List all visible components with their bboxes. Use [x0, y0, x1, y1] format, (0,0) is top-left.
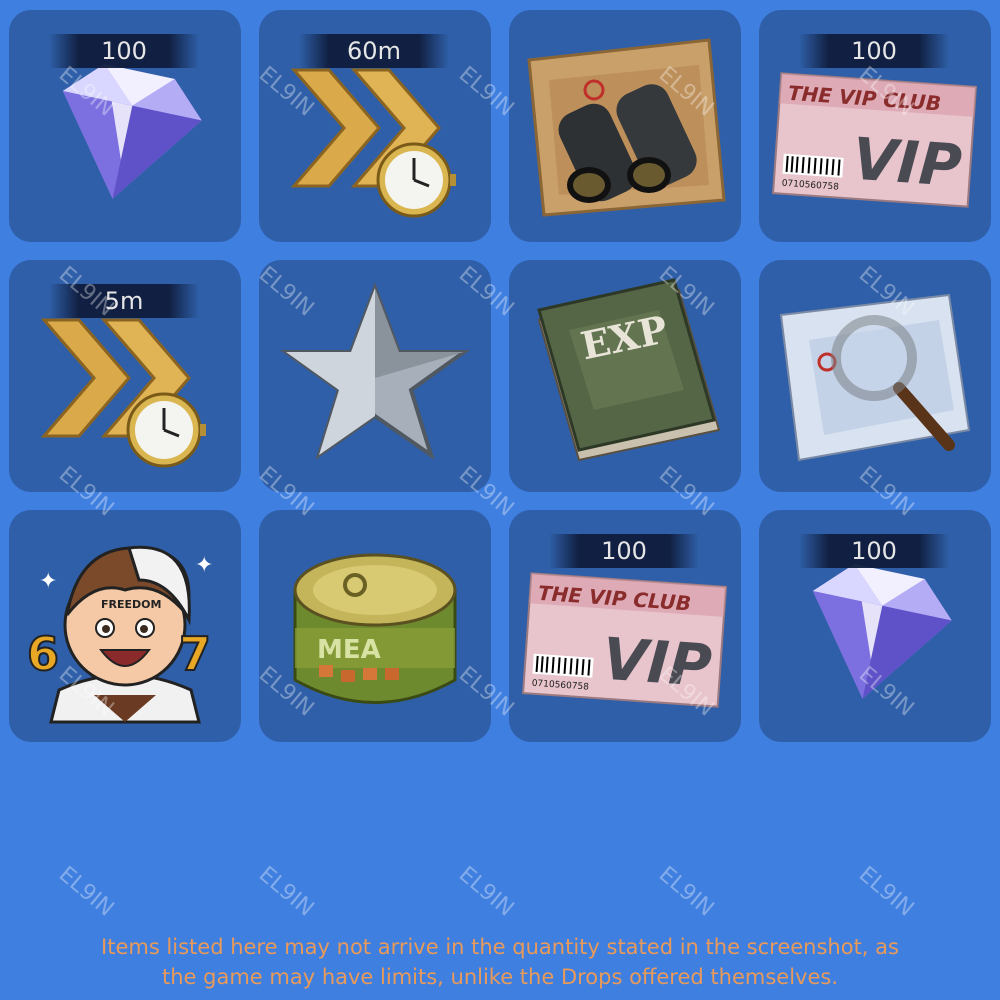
svg-text:✦: ✦	[39, 569, 57, 594]
reward-tile-vip-card[interactable]: 100 THE VIP CLUB VIP 0710560758	[759, 10, 991, 242]
reward-tile-freedom-avatar[interactable]: ✦ ✦ FREEDOM 67	[9, 510, 241, 742]
card-badge-text: VIP	[850, 125, 963, 200]
watermark-text: EL9IN	[853, 862, 919, 922]
reward-tile-speedup-5m[interactable]: 5m	[9, 260, 241, 492]
card-badge-text: VIP	[600, 625, 713, 700]
can-label-text: MEA	[317, 635, 381, 665]
svg-text:✦: ✦	[195, 553, 213, 578]
quantity-badge: 5m	[49, 284, 199, 318]
avatar-label-text: FREEDOM	[101, 598, 161, 611]
watermark-text: EL9IN	[453, 862, 519, 922]
reward-tile-vip-card-2[interactable]: 100 THE VIP CLUB VIP 0710560758	[509, 510, 741, 742]
reward-tile-exp-book[interactable]: EXP	[509, 260, 741, 492]
watermark-text: EL9IN	[653, 862, 719, 922]
watermark-text: EL9IN	[253, 862, 319, 922]
avatar-numbers-text: 67	[27, 627, 241, 681]
reward-tile-diamond[interactable]: 100	[9, 10, 241, 242]
avatar-sticker-icon: ✦ ✦ FREEDOM 67	[26, 545, 241, 724]
quantity-badge: 100	[799, 34, 949, 68]
reward-tile-binoculars-map[interactable]	[509, 10, 741, 242]
quantity-badge: 100	[799, 534, 949, 568]
quantity-badge: 60m	[299, 34, 449, 68]
disclaimer-text: Items listed here may not arrive in the …	[0, 932, 1000, 992]
exp-book-icon: EXP	[537, 278, 721, 462]
disclaimer-line-1: Items listed here may not arrive in the …	[101, 935, 899, 959]
reward-grid: 100 60m 100 THE VIP CLUB VIP 0710560758 …	[9, 10, 991, 742]
magnifier-map-icon	[779, 293, 971, 462]
reward-tile-diamond-2[interactable]: 100	[759, 510, 991, 742]
watermark-text: EL9IN	[53, 862, 119, 922]
disclaimer-line-2: the game may have limits, unlike the Dro…	[162, 965, 838, 989]
quantity-badge: 100	[549, 534, 699, 568]
quantity-badge: 100	[49, 34, 199, 68]
meat-can-icon: MEA	[293, 553, 457, 704]
reward-tile-silver-star[interactable]	[259, 260, 491, 492]
reward-tile-speedup-60m[interactable]: 60m	[259, 10, 491, 242]
binoculars-map-icon	[527, 38, 726, 217]
reward-tile-magnifier-map[interactable]	[759, 260, 991, 492]
silver-star-icon	[279, 282, 471, 460]
reward-tile-meat-can[interactable]: MEA	[259, 510, 491, 742]
